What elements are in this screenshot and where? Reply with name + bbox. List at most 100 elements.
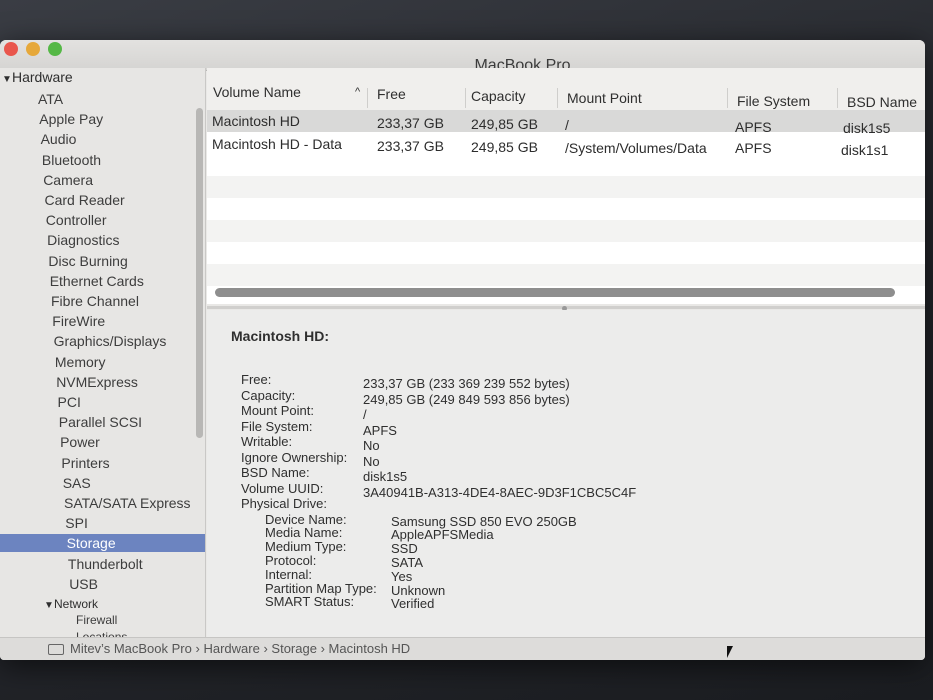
- detail-key: Mount Point:: [241, 403, 314, 418]
- sidebar-item-bluetooth[interactable]: Bluetooth: [0, 151, 205, 169]
- sidebar-item-controller[interactable]: Controller: [0, 211, 205, 229]
- sidebar-item-audio[interactable]: Audio: [0, 130, 205, 148]
- sidebar-item-spi[interactable]: SPI: [0, 514, 205, 532]
- cell-capacity: 249,85 GB: [471, 139, 538, 155]
- detail-value: 249,85 GB (249 849 593 856 bytes): [363, 391, 570, 407]
- close-button[interactable]: [4, 42, 18, 56]
- cell-bsd-name: disk1s1: [841, 142, 889, 158]
- mouse-pointer-icon: [727, 646, 739, 658]
- detail-value: 3A40941B-A313-4DE4-8AEC-9D3F1CBC5C4F: [363, 484, 637, 500]
- detail-key: BSD Name:: [241, 465, 310, 480]
- crumb-volume[interactable]: Macintosh HD: [329, 641, 411, 656]
- sidebar-item-nvmexpress[interactable]: NVMExpress: [0, 373, 205, 391]
- sidebar-item-card-reader[interactable]: Card Reader: [0, 191, 205, 209]
- detail-key: Free:: [241, 372, 272, 387]
- column-header-free[interactable]: Free: [377, 86, 406, 102]
- table-row[interactable]: Macintosh HD - Data 233,37 GB 249,85 GB …: [207, 132, 925, 158]
- sidebar-item-thunderbolt[interactable]: Thunderbolt: [0, 555, 205, 573]
- sidebar-item-parallel-scsi[interactable]: Parallel SCSI: [0, 413, 205, 431]
- drive-detail-key: Medium Type:: [265, 539, 347, 555]
- sidebar-group-label: Hardware: [12, 69, 73, 85]
- drive-detail-value: Unknown: [391, 582, 446, 598]
- sidebar: ▼Hardware ATA Apple Pay Audio Bluetooth Camer…: [0, 68, 206, 638]
- column-header-file-system[interactable]: File System: [737, 93, 810, 109]
- sidebar-item-pci[interactable]: PCI: [0, 393, 205, 411]
- detail-key: Capacity:: [241, 387, 296, 403]
- column-header-bsd-name[interactable]: BSD Name: [847, 94, 917, 110]
- column-header-volume-name[interactable]: Volume Name: [213, 84, 301, 100]
- sidebar-item-ata[interactable]: ATA: [0, 90, 205, 108]
- crumb-separator: ›: [263, 641, 268, 656]
- drive-detail-value: Yes: [391, 568, 413, 584]
- empty-row: [207, 220, 925, 242]
- crumb-storage[interactable]: Storage: [271, 641, 317, 656]
- drive-detail-value: Verified: [391, 596, 435, 612]
- detail-key: File System:: [241, 418, 313, 434]
- sidebar-item-apple-pay[interactable]: Apple Pay: [0, 110, 205, 128]
- cell-capacity: 249,85 GB: [471, 116, 538, 132]
- detail-title: Macintosh HD:: [231, 328, 329, 344]
- cell-mount-point: /System/Volumes/Data: [565, 140, 707, 156]
- path-bar: Mitev’s MacBook Pro › Hardware › Storage…: [0, 637, 925, 660]
- sidebar-item-printers[interactable]: Printers: [0, 454, 205, 472]
- drive-detail-value: Samsung SSD 850 EVO 250GB: [391, 513, 577, 529]
- cell-mount-point: /: [565, 117, 569, 133]
- sidebar-item-camera[interactable]: Camera: [0, 171, 205, 189]
- disclosure-triangle-icon[interactable]: ▼: [2, 71, 12, 89]
- zoom-button[interactable]: [48, 42, 62, 56]
- drive-detail-key: Internal:: [265, 566, 312, 582]
- detail-value: disk1s5: [363, 469, 408, 484]
- title-bar[interactable]: MacBook Pro: [0, 40, 925, 74]
- column-header-capacity[interactable]: Capacity: [471, 88, 525, 104]
- crumb-computer[interactable]: Mitev’s MacBook Pro: [70, 641, 192, 656]
- sort-ascending-icon: ^: [355, 86, 361, 98]
- detail-value: APFS: [363, 422, 397, 438]
- sidebar-group-label: Network: [54, 597, 99, 611]
- sidebar-item-fibre-channel[interactable]: Fibre Channel: [0, 292, 205, 310]
- detail-key: Writable:: [241, 434, 293, 449]
- crumb-hardware[interactable]: Hardware: [203, 641, 259, 656]
- cell-file-system: APFS: [735, 140, 772, 156]
- sidebar-item-storage[interactable]: Storage: [0, 534, 205, 553]
- drive-detail-key: SMART Status:: [265, 594, 355, 610]
- sidebar-item-sas[interactable]: SAS: [0, 474, 205, 492]
- detail-pane: Macintosh HD: Free: 233,37 GB (233 369 23…: [207, 310, 925, 638]
- drive-detail-key: Partition Map Type:: [265, 580, 377, 596]
- cell-volume-name: Macintosh HD: [212, 113, 300, 129]
- drive-detail-value: SATA: [391, 554, 424, 570]
- table-row[interactable]: Macintosh HD 233,37 GB 249,85 GB / APFS …: [207, 110, 925, 136]
- window-controls: [4, 42, 62, 56]
- detail-value: /: [363, 407, 367, 422]
- split-divider[interactable]: [207, 306, 925, 311]
- sidebar-item-power[interactable]: Power: [0, 433, 205, 451]
- sidebar-item-usb[interactable]: USB: [0, 575, 205, 593]
- sidebar-item-graphics-displays[interactable]: Graphics/Displays: [0, 332, 205, 350]
- cell-volume-name: Macintosh HD - Data: [212, 136, 342, 152]
- detail-value: 233,37 GB (233 369 239 552 bytes): [363, 376, 570, 391]
- detail-value: No: [363, 453, 380, 469]
- drive-detail-value: SSD: [391, 541, 418, 557]
- sidebar-item-ethernet-cards[interactable]: Ethernet Cards: [0, 272, 205, 290]
- cell-free: 233,37 GB: [377, 138, 444, 154]
- laptop-icon: [48, 644, 64, 656]
- minimize-button[interactable]: [26, 42, 40, 56]
- sidebar-item-disc-burning[interactable]: Disc Burning: [0, 252, 205, 270]
- drive-detail-value: AppleAPFSMedia: [391, 527, 494, 543]
- sidebar-item-firewall[interactable]: Firewall: [0, 611, 205, 629]
- drive-detail-key: Device Name:: [265, 511, 347, 527]
- sidebar-item-sata-sata-express[interactable]: SATA/SATA Express: [0, 494, 205, 512]
- detail-key: Physical Drive:: [241, 496, 327, 511]
- sidebar-group-hardware[interactable]: ▼Hardware: [2, 68, 202, 86]
- sidebar-item-memory[interactable]: Memory: [0, 353, 205, 371]
- horizontal-scrollbar[interactable]: [215, 288, 895, 297]
- sidebar-item-firewire[interactable]: FireWire: [0, 312, 205, 330]
- sidebar-item-diagnostics[interactable]: Diagnostics: [0, 231, 205, 249]
- column-header-mount-point[interactable]: Mount Point: [567, 90, 642, 106]
- drive-detail-key: Protocol:: [265, 552, 317, 568]
- volumes-table: Volume Name ^ Free Capacity Mount Point …: [207, 68, 925, 304]
- detail-key: Ignore Ownership:: [241, 449, 348, 465]
- cell-free: 233,37 GB: [377, 115, 444, 131]
- drive-detail-key: Media Name:: [265, 525, 343, 541]
- detail-value: No: [363, 438, 380, 453]
- table-header: Volume Name ^ Free Capacity Mount Point …: [207, 68, 925, 111]
